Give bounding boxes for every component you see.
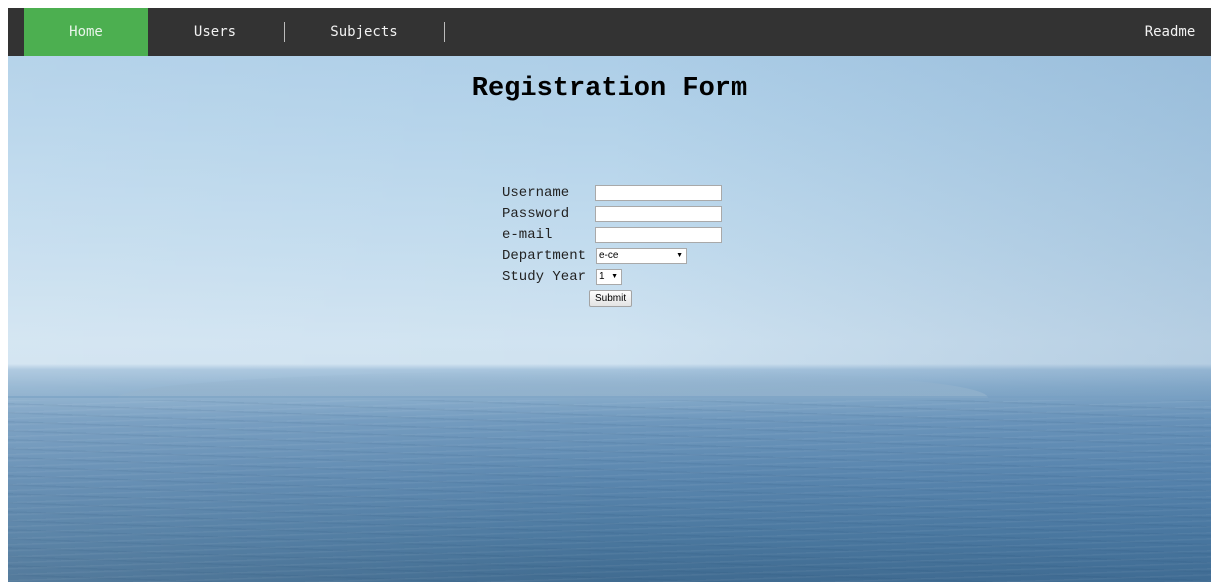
username-input[interactable] xyxy=(595,184,722,201)
study-year-label: Study Year xyxy=(502,268,587,285)
dropdown-arrow-icon: ▼ xyxy=(611,272,618,280)
study-year-select[interactable]: 1 ▼ xyxy=(596,268,622,285)
department-selected-value: e-ce xyxy=(599,249,619,261)
email-label: e-mail xyxy=(502,226,553,243)
email-input[interactable] xyxy=(595,226,722,243)
nav-readme[interactable]: Readme xyxy=(1129,8,1211,56)
background-horizon xyxy=(8,396,1211,398)
page-frame: Home Users Subjects Readme Registration … xyxy=(8,8,1211,582)
registration-form: Username Password e-mail Department e-ce… xyxy=(502,182,722,309)
department-label: Department xyxy=(502,247,587,264)
nav-users[interactable]: Users xyxy=(148,8,282,56)
nav-subjects[interactable]: Subjects xyxy=(284,8,444,56)
study-year-selected-value: 1 xyxy=(599,270,605,282)
page-title: Registration Form xyxy=(471,74,748,104)
background-coast xyxy=(118,370,988,398)
submit-row: Submit xyxy=(502,287,722,309)
study-year-row: Study Year 1 ▼ xyxy=(502,266,722,287)
username-row: Username xyxy=(502,182,722,203)
department-row: Department e-ce ▼ xyxy=(502,245,722,266)
department-select[interactable]: e-ce ▼ xyxy=(596,247,687,264)
password-label: Password xyxy=(502,205,570,222)
email-row: e-mail xyxy=(502,224,722,245)
nav-divider xyxy=(444,22,445,42)
password-input[interactable] xyxy=(595,205,722,222)
password-row: Password xyxy=(502,203,722,224)
submit-button[interactable]: Submit xyxy=(589,289,633,307)
dropdown-arrow-icon: ▼ xyxy=(676,251,683,259)
username-label: Username xyxy=(502,184,570,201)
top-navbar: Home Users Subjects Readme xyxy=(8,8,1211,56)
background-sea xyxy=(8,400,1211,582)
nav-home[interactable]: Home xyxy=(24,8,148,56)
